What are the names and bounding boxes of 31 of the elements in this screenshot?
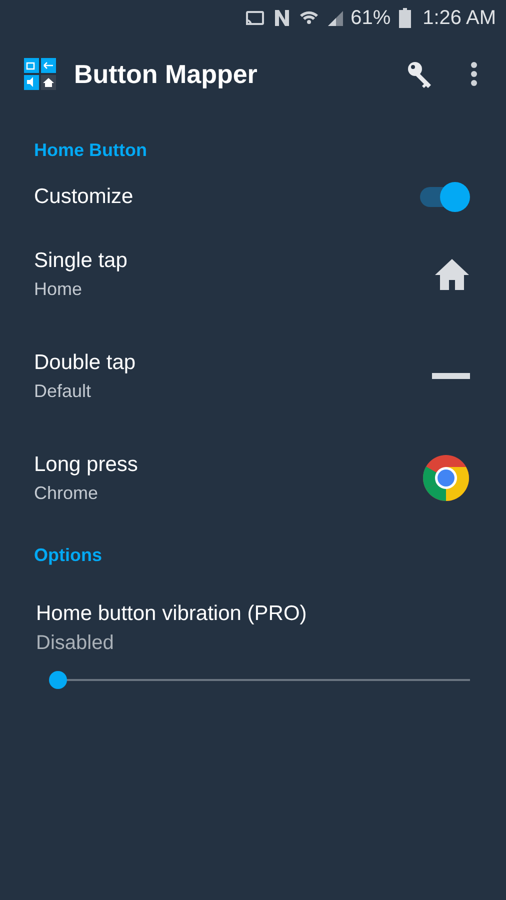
cast-icon [244,10,265,26]
setting-title: Customize [34,185,134,209]
setting-title: Single tap [34,248,128,272]
setting-row[interactable]: Long press Chrome [0,427,506,529]
section-header: Home Button [33,139,148,162]
setting-title: Long press [34,452,138,476]
toggle-switch[interactable] [418,182,470,212]
battery-icon [398,8,411,28]
setting-row[interactable]: Customize [0,171,506,223]
app-title: Button Mapper [74,58,258,90]
section-header: Options [33,544,103,567]
vibration-slider[interactable] [49,671,470,689]
setting-title: Double tap [34,350,136,374]
signal-icon [326,10,343,26]
setting-summary: Home [34,278,84,300]
dash-icon [432,373,470,379]
wifi-icon [298,9,319,27]
home-icon [434,258,470,290]
setting-row[interactable]: Single tap Home [0,223,506,325]
setting-summary: Disabled [36,632,115,655]
setting-row[interactable]: Double tap Default [0,325,506,427]
setting-summary: Default [34,380,92,402]
setting-summary: Chrome [34,482,100,504]
key-icon[interactable] [406,60,434,88]
battery-percent: 61% [350,6,391,30]
setting-title: Home button vibration (PRO) [36,602,308,626]
nfc-icon [272,9,291,27]
more-icon[interactable] [470,61,478,87]
app-logo-icon [24,58,56,90]
clock: 1:26 AM [422,6,496,30]
chrome-icon [422,454,470,502]
